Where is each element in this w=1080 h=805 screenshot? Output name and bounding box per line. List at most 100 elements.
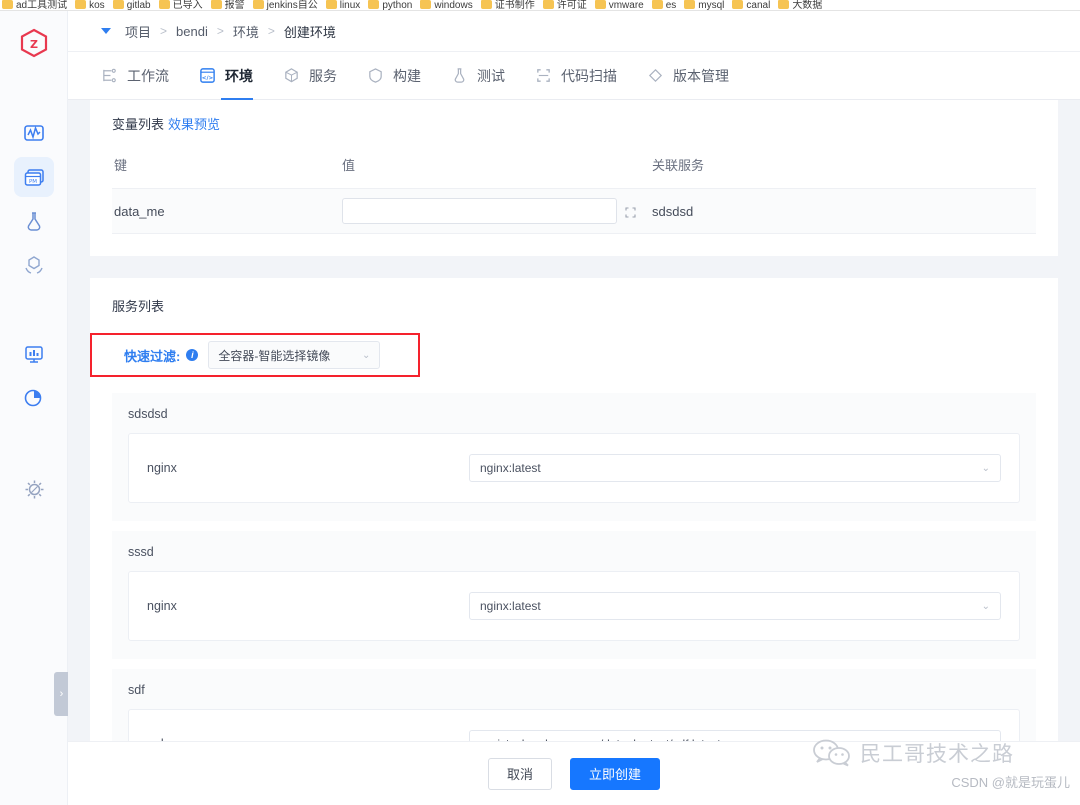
cube-icon	[285, 68, 298, 83]
bookmark-label: mysql	[698, 0, 725, 11]
sidebar-item-delivery[interactable]	[14, 245, 54, 285]
bookmark-item[interactable]: 证书制作	[479, 0, 541, 10]
column-header-key: 键	[114, 158, 128, 173]
image-selected-value: nginx:latest	[480, 461, 541, 475]
tab-test[interactable]: 测试	[451, 52, 505, 100]
variable-list-title: 变量列表	[112, 117, 165, 132]
folder-icon	[732, 0, 744, 9]
folder-icon	[210, 0, 222, 9]
bookmark-label: jenkins自公	[266, 0, 318, 11]
info-icon[interactable]: i	[186, 349, 199, 361]
bookmark-label: canal	[746, 0, 771, 11]
image-select[interactable]: nginx:latest ⌄	[469, 454, 1001, 482]
bookmark-label: 报警	[224, 0, 245, 11]
tab-label: 服务	[309, 67, 337, 84]
breadcrumb-item-create-environment: 创建环境	[283, 24, 336, 40]
column-header-service: 关联服务	[652, 158, 705, 173]
bookmark-item[interactable]: gitlab	[111, 0, 157, 10]
bookmark-item[interactable]: python	[366, 0, 418, 10]
pulse-chart-icon	[24, 125, 44, 141]
bookmark-label: 许可证	[556, 0, 587, 11]
sidebar-collapse-handle[interactable]: ›	[54, 672, 69, 716]
tab-build[interactable]: 构建	[367, 52, 421, 100]
service-name: sdf	[128, 683, 145, 697]
service-list-title: 服务列表	[112, 299, 165, 314]
tab-environment[interactable]: </> 环境	[199, 52, 253, 100]
svg-text:PM: PM	[28, 179, 36, 185]
bookmark-item[interactable]: 许可证	[541, 0, 593, 10]
bookmark-label: 大数据	[792, 0, 823, 11]
code-window-icon: </>	[200, 68, 215, 83]
image-select[interactable]: registry.buydance.com/dataoke-test/sdf:l…	[469, 730, 1001, 741]
folder-icon	[75, 0, 87, 9]
bookmark-label: vmware	[608, 0, 644, 11]
bookmark-label: gitlab	[126, 0, 151, 11]
top-breadcrumb-bar: 项目 > bendi > 环境 > 创建环境	[68, 11, 1080, 52]
cancel-button[interactable]: 取消	[487, 757, 552, 790]
chevron-down-icon: ⌄	[981, 600, 990, 612]
expand-icon[interactable]	[625, 206, 636, 218]
chevron-down-icon: ⌄	[361, 349, 371, 361]
variable-value-cell	[342, 198, 652, 224]
sidebar-item-monitor[interactable]	[14, 113, 54, 153]
bookmark-label: windows	[434, 0, 473, 11]
bookmark-item[interactable]: canal	[730, 0, 776, 10]
breadcrumb-item-environment[interactable]: 环境	[233, 22, 259, 41]
main-content: 变量列表 效果预览 键 值 关联服务 data_me sdsdsd 服务列表 快…	[68, 100, 1080, 741]
tab-bar: 工作流 </> 环境 服务 构建 测试 代码扫描 版本管理	[68, 52, 1080, 100]
tab-version-management[interactable]: 版本管理	[647, 52, 729, 100]
bookmark-item[interactable]: vmware	[593, 0, 650, 10]
tab-label: 环境	[225, 67, 253, 84]
bookmark-item[interactable]: 大数据	[776, 0, 828, 10]
quick-filter-select[interactable]: 全容器-智能选择镜像 ⌄	[208, 341, 381, 369]
project-window-icon: PM	[24, 168, 44, 186]
tab-workflow[interactable]: 工作流	[101, 52, 169, 100]
image-select[interactable]: nginx:latest ⌄	[469, 592, 1001, 620]
flask-icon	[27, 212, 41, 231]
column-header-value: 值	[342, 158, 356, 173]
diamond-icon	[648, 68, 663, 83]
bookmark-item[interactable]: es	[650, 0, 683, 10]
quick-filter-label: 快速过滤:	[124, 348, 181, 364]
sidebar-item-settings[interactable]	[14, 469, 54, 509]
svg-text:</>: </>	[202, 75, 214, 81]
variable-key: data_me	[114, 203, 165, 219]
folder-icon	[252, 0, 264, 9]
footer-action-bar: 取消 立即创建	[68, 741, 1080, 805]
sidebar-item-test[interactable]	[14, 201, 54, 241]
tab-service[interactable]: 服务	[283, 52, 337, 100]
bookmark-item[interactable]: linux	[324, 0, 367, 10]
sidebar-item-dashboard[interactable]	[14, 334, 54, 374]
breadcrumb-item-bendi[interactable]: bendi	[176, 24, 208, 39]
bookmark-item[interactable]: windows	[418, 0, 478, 10]
bookmark-label: linux	[339, 0, 361, 11]
app-root: ad工具测试 kos gitlab 已导入 报警 jenkins自公 linux…	[0, 0, 1080, 805]
preview-link[interactable]: 效果预览	[168, 117, 220, 132]
browser-bookmark-bar: ad工具测试 kos gitlab 已导入 报警 jenkins自公 linux…	[0, 0, 1080, 11]
bookmark-item[interactable]: ad工具测试	[0, 0, 73, 10]
container-name: nginx	[147, 599, 177, 613]
variable-value-input[interactable]	[342, 198, 617, 224]
folder-icon	[420, 0, 432, 9]
folder-icon	[651, 0, 663, 9]
bookmark-item[interactable]: jenkins自公	[251, 0, 324, 10]
bookmark-item[interactable]: 已导入	[157, 0, 209, 10]
service-name: sdsdsd	[128, 407, 168, 421]
bookmark-label: es	[665, 0, 677, 11]
sidebar-item-project[interactable]: PM	[14, 157, 54, 197]
zadig-logo-icon[interactable]: Z	[19, 28, 49, 58]
folder-icon	[325, 0, 337, 9]
caret-down-icon[interactable]	[101, 28, 111, 34]
sidebar-item-statistics[interactable]	[14, 378, 54, 418]
chevron-right-icon: ›	[59, 688, 64, 700]
create-button[interactable]: 立即创建	[570, 757, 661, 790]
variable-table: 键 值 关联服务 data_me sdsdsd	[112, 155, 1036, 234]
bookmark-item[interactable]: kos	[73, 0, 111, 10]
bookmark-label: 证书制作	[494, 0, 535, 11]
folder-icon	[2, 0, 13, 9]
bookmark-item[interactable]: 报警	[209, 0, 251, 10]
breadcrumb-item-project[interactable]: 项目	[125, 22, 151, 41]
bookmark-item[interactable]: mysql	[682, 0, 730, 10]
tab-code-scan[interactable]: 代码扫描	[535, 52, 617, 100]
service-card: sssd nginx nginx:latest ⌄	[112, 531, 1036, 659]
